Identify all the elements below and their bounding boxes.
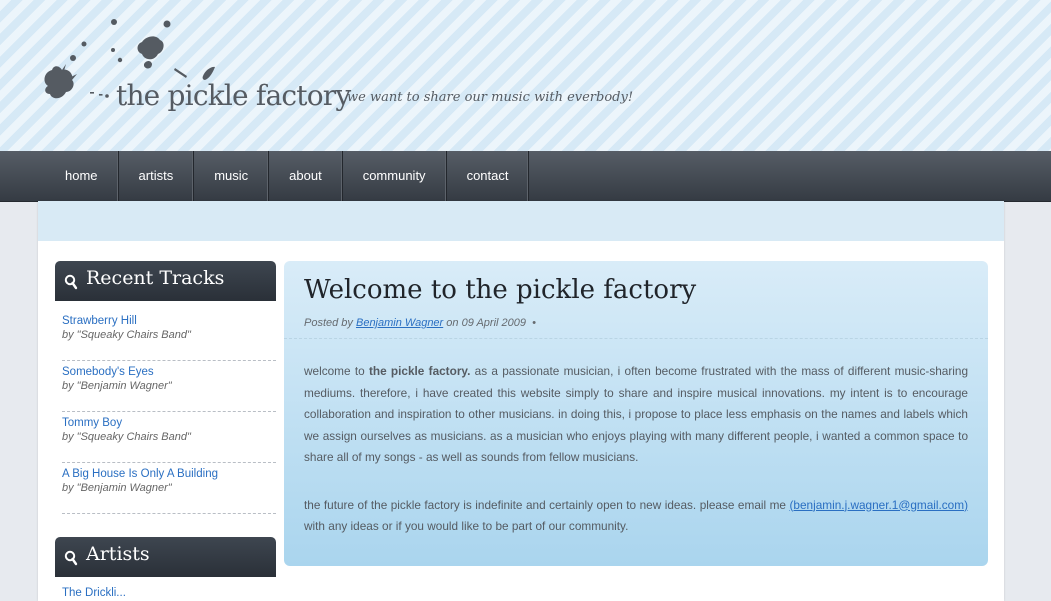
site-header: the pickle factory we want to share our … (0, 0, 1051, 151)
nav-item-home[interactable]: home (44, 151, 119, 201)
list-item: A Big House Is Only A Building by "Benja… (62, 463, 276, 514)
list-item: Somebody's Eyes by "Benjamin Wagner" (62, 361, 276, 412)
email-link[interactable]: (benjamin.j.wagner.1@gmail.com) (789, 498, 968, 512)
post-divider (284, 338, 988, 339)
site-name[interactable]: the pickle factory (116, 79, 351, 112)
nav-item-community[interactable]: community (343, 151, 447, 201)
list-item: Strawberry Hill by "Squeaky Chairs Band" (62, 310, 276, 361)
future-text: the future of the pickle factory is inde… (304, 497, 786, 512)
recent-tracks-header: Recent Tracks (55, 261, 276, 301)
artist-link[interactable]: The Drickli... (62, 587, 126, 599)
future-after: with any ideas or if you would like to b… (304, 519, 629, 533)
author-link[interactable]: Benjamin Wagner (356, 317, 443, 329)
nav-item-contact[interactable]: contact (447, 151, 530, 201)
track-artist: by "Squeaky Chairs Band" (62, 329, 191, 341)
intro-bold: the pickle factory. (368, 364, 471, 378)
magnifier-icon (64, 550, 78, 566)
artists-header: Artists (55, 537, 276, 577)
nav-item-music[interactable]: music (194, 151, 270, 201)
posted-by-label: Posted by (304, 317, 353, 329)
welcome-post: Welcome to the pickle factory Posted by … (284, 261, 988, 566)
track-link[interactable]: A Big House Is Only A Building (62, 466, 276, 482)
nav-list: home artists music about community conta… (44, 151, 530, 201)
magnifier-icon (64, 274, 78, 290)
track-artist: by "Benjamin Wagner" (62, 482, 172, 494)
post-meta: Posted by Benjamin Wagner on 09 April 20… (304, 317, 536, 329)
artists-title: Artists (86, 543, 150, 565)
meta-bullet: • (532, 317, 536, 329)
nav-item-artists[interactable]: artists (119, 151, 195, 201)
intro-rest: as a passionate musician, i often become… (304, 364, 969, 464)
post-date: on 09 April 2009 (446, 317, 526, 329)
track-artist: by "Squeaky Chairs Band" (62, 431, 191, 443)
post-paragraph-2: the future of the pickle factory is inde… (304, 495, 968, 538)
recent-tracks-title: Recent Tracks (86, 267, 225, 289)
site-tagline: we want to share our music with everbody… (347, 90, 634, 105)
intro-text: welcome to (304, 364, 365, 378)
content-top-band (38, 201, 1004, 241)
list-item: Tommy Boy by "Squeaky Chairs Band" (62, 412, 276, 463)
post-paragraph-1: welcome to the pickle factory. as a pass… (304, 361, 968, 469)
post-title: Welcome to the pickle factory (304, 275, 697, 305)
track-link[interactable]: Strawberry Hill (62, 313, 276, 329)
track-artist: by "Benjamin Wagner" (62, 380, 172, 392)
track-link[interactable]: Somebody's Eyes (62, 364, 276, 380)
recent-tracks-list: Strawberry Hill by "Squeaky Chairs Band"… (62, 310, 276, 514)
post-body: welcome to the pickle factory. as a pass… (304, 361, 968, 538)
track-link[interactable]: Tommy Boy (62, 415, 276, 431)
main-nav: home artists music about community conta… (0, 151, 1051, 202)
nav-item-about[interactable]: about (269, 151, 343, 201)
